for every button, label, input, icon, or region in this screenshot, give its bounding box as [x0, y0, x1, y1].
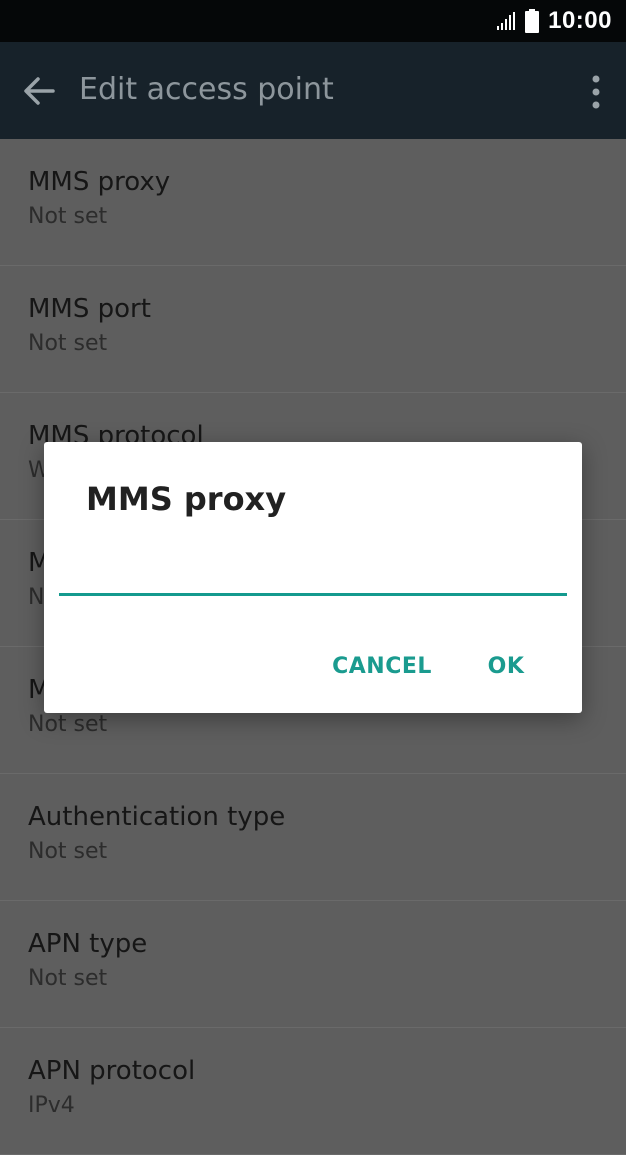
status-bar: 10:00	[0, 0, 626, 42]
list-item-mms-port[interactable]: MMS port Not set	[0, 266, 626, 393]
cancel-button[interactable]: CANCEL	[326, 642, 438, 690]
list-item-mms-proxy[interactable]: MMS proxy Not set	[0, 139, 626, 266]
mms-proxy-dialog: MMS proxy CANCEL OK	[44, 442, 582, 713]
dialog-title: MMS proxy	[86, 480, 287, 518]
list-item-title: Authentication type	[28, 802, 286, 832]
list-item-value: N	[28, 585, 45, 610]
list-item-value: Not set	[28, 204, 108, 229]
ok-button[interactable]: OK	[480, 642, 532, 690]
back-arrow-icon	[24, 77, 55, 105]
list-item-title: MMS proxy	[28, 167, 171, 197]
list-item-value: IPv4	[28, 1093, 75, 1118]
list-item-value: Not set	[28, 712, 108, 737]
status-icons: 10:00	[496, 0, 612, 42]
more-options-button[interactable]	[586, 72, 606, 112]
list-item-authentication-type[interactable]: Authentication type Not set	[0, 774, 626, 901]
list-item-apn-protocol[interactable]: APN protocol IPv4	[0, 1028, 626, 1155]
list-item-value: Not set	[28, 966, 108, 991]
list-item-value: Not set	[28, 331, 108, 356]
signal-icon	[497, 12, 516, 30]
list-item-value: Not set	[28, 839, 108, 864]
mms-proxy-input[interactable]	[59, 552, 567, 596]
page-title: Edit access point	[79, 72, 334, 107]
list-item-title: APN protocol	[28, 1056, 196, 1086]
more-vert-icon	[592, 75, 600, 109]
list-item-title: MMS port	[28, 294, 151, 324]
battery-icon	[525, 9, 540, 33]
status-time: 10:00	[548, 7, 612, 34]
back-button[interactable]	[18, 70, 60, 112]
app-bar: Edit access point	[0, 42, 626, 139]
list-item-apn-type[interactable]: APN type Not set	[0, 901, 626, 1028]
list-item-title: APN type	[28, 929, 148, 959]
